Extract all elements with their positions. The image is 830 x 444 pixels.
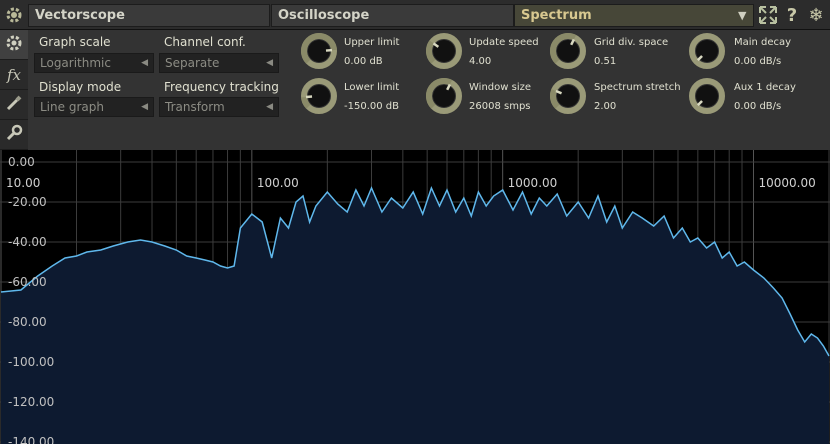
y-tick-label: -40.00 (8, 235, 47, 249)
tab-bar: Vectorscope Oscilloscope Spectrum ▼ ? ❄ (0, 0, 830, 30)
y-tick-label: -20.00 (8, 195, 47, 209)
x-tick-label: 1000.00 (508, 176, 558, 190)
aux-1-decay-knob[interactable] (688, 77, 726, 115)
fx-icon: fx (6, 65, 21, 84)
tab-vectorscope[interactable]: Vectorscope (28, 4, 270, 27)
grid-div-space-label: Grid div. space (594, 37, 669, 48)
main-decay-label: Main decay (734, 37, 792, 48)
grid-div-space-value: 0.51 (594, 56, 617, 67)
update-speed-value: 4.00 (469, 56, 492, 67)
window-size-value: 26008 smps (469, 101, 531, 112)
window-size-label: Window size (469, 82, 531, 93)
fullscreen-icon[interactable] (758, 5, 778, 25)
snowflake-icon[interactable]: ❄ (806, 5, 826, 26)
y-tick-label: -120.00 (8, 395, 54, 409)
main-decay-knob[interactable] (688, 32, 726, 70)
lower-limit-knob[interactable] (300, 77, 338, 115)
dropdown-arrow-icon: ◀ (266, 102, 273, 112)
spectrum-stretch-knob[interactable] (549, 77, 587, 115)
update-speed-label: Update speed (469, 37, 539, 48)
frequency-tracking-dropdown[interactable]: Transform ◀ (159, 97, 279, 117)
spectrum-stretch-label: Spectrum stretch (594, 82, 681, 93)
aux-1-decay-value: 0.00 dB/s (734, 101, 782, 112)
lower-limit-value: -150.00 dB (344, 101, 399, 112)
lower-limit-label: Lower limit (344, 82, 400, 93)
spectrum-graph[interactable]: 0.00 -20.00 -40.00 -60.00 -80.00 -100.00 -120.… (0, 150, 830, 444)
display-mode-label: Display mode (39, 80, 122, 94)
channel-conf-dropdown[interactable]: Separate ◀ (159, 53, 279, 73)
x-tick-label: 100.00 (257, 176, 299, 190)
controls-panel: Graph scale Logarithmic ◀ Channel conf. … (28, 30, 830, 150)
display-mode-dropdown[interactable]: Line graph ◀ (34, 97, 154, 117)
x-tick-label: 10.00 (6, 176, 40, 190)
dropdown-arrow-icon[interactable]: ▼ (738, 9, 746, 22)
dropdown-arrow-icon: ◀ (266, 58, 273, 68)
brush-icon (5, 94, 23, 116)
frequency-tracking-value: Transform (165, 100, 225, 114)
graph-scale-value: Logarithmic (40, 56, 111, 70)
gear-icon (5, 34, 23, 56)
settings-gear-icon[interactable] (0, 0, 28, 30)
spectrum-plot[interactable]: 0.00 -20.00 -40.00 -60.00 -80.00 -100.00 -120.… (0, 150, 830, 444)
help-icon[interactable]: ? (782, 5, 802, 26)
grid-div-space-knob[interactable] (549, 32, 587, 70)
sidebar-gear-button[interactable] (0, 30, 28, 60)
upper-limit-knob[interactable] (300, 32, 338, 70)
frequency-tracking-label: Frequency tracking (164, 80, 279, 94)
sidebar: fx (0, 30, 28, 150)
display-mode-value: Line graph (40, 100, 104, 114)
tab-oscilloscope[interactable]: Oscilloscope (271, 4, 514, 27)
wrench-icon (5, 124, 23, 146)
update-speed-knob[interactable] (425, 32, 463, 70)
y-tick-label: -60.00 (8, 275, 47, 289)
dropdown-arrow-icon: ◀ (141, 58, 148, 68)
main-decay-value: 0.00 dB/s (734, 56, 782, 67)
dropdown-arrow-icon: ◀ (141, 102, 148, 112)
channel-conf-label: Channel conf. (164, 35, 246, 49)
spectrum-area (1, 188, 829, 444)
graph-scale-label: Graph scale (39, 35, 111, 49)
aux-1-decay-label: Aux 1 decay (734, 82, 796, 93)
window-size-knob[interactable] (425, 77, 463, 115)
y-tick-label: -80.00 (8, 315, 47, 329)
upper-limit-label: Upper limit (344, 37, 400, 48)
sidebar-brush-button[interactable] (0, 90, 28, 120)
y-tick-label: -140.00 (8, 435, 54, 444)
sidebar-wrench-button[interactable] (0, 120, 28, 150)
tab-spectrum[interactable]: Spectrum (514, 4, 754, 27)
y-tick-label: 0.00 (8, 155, 35, 169)
sidebar-fx-button[interactable]: fx (0, 60, 28, 90)
channel-conf-value: Separate (165, 56, 220, 70)
upper-limit-value: 0.00 dB (344, 56, 383, 67)
y-tick-label: -100.00 (8, 355, 54, 369)
x-tick-label: 10000.00 (758, 176, 815, 190)
graph-scale-dropdown[interactable]: Logarithmic ◀ (34, 53, 154, 73)
spectrum-stretch-value: 2.00 (594, 101, 617, 112)
